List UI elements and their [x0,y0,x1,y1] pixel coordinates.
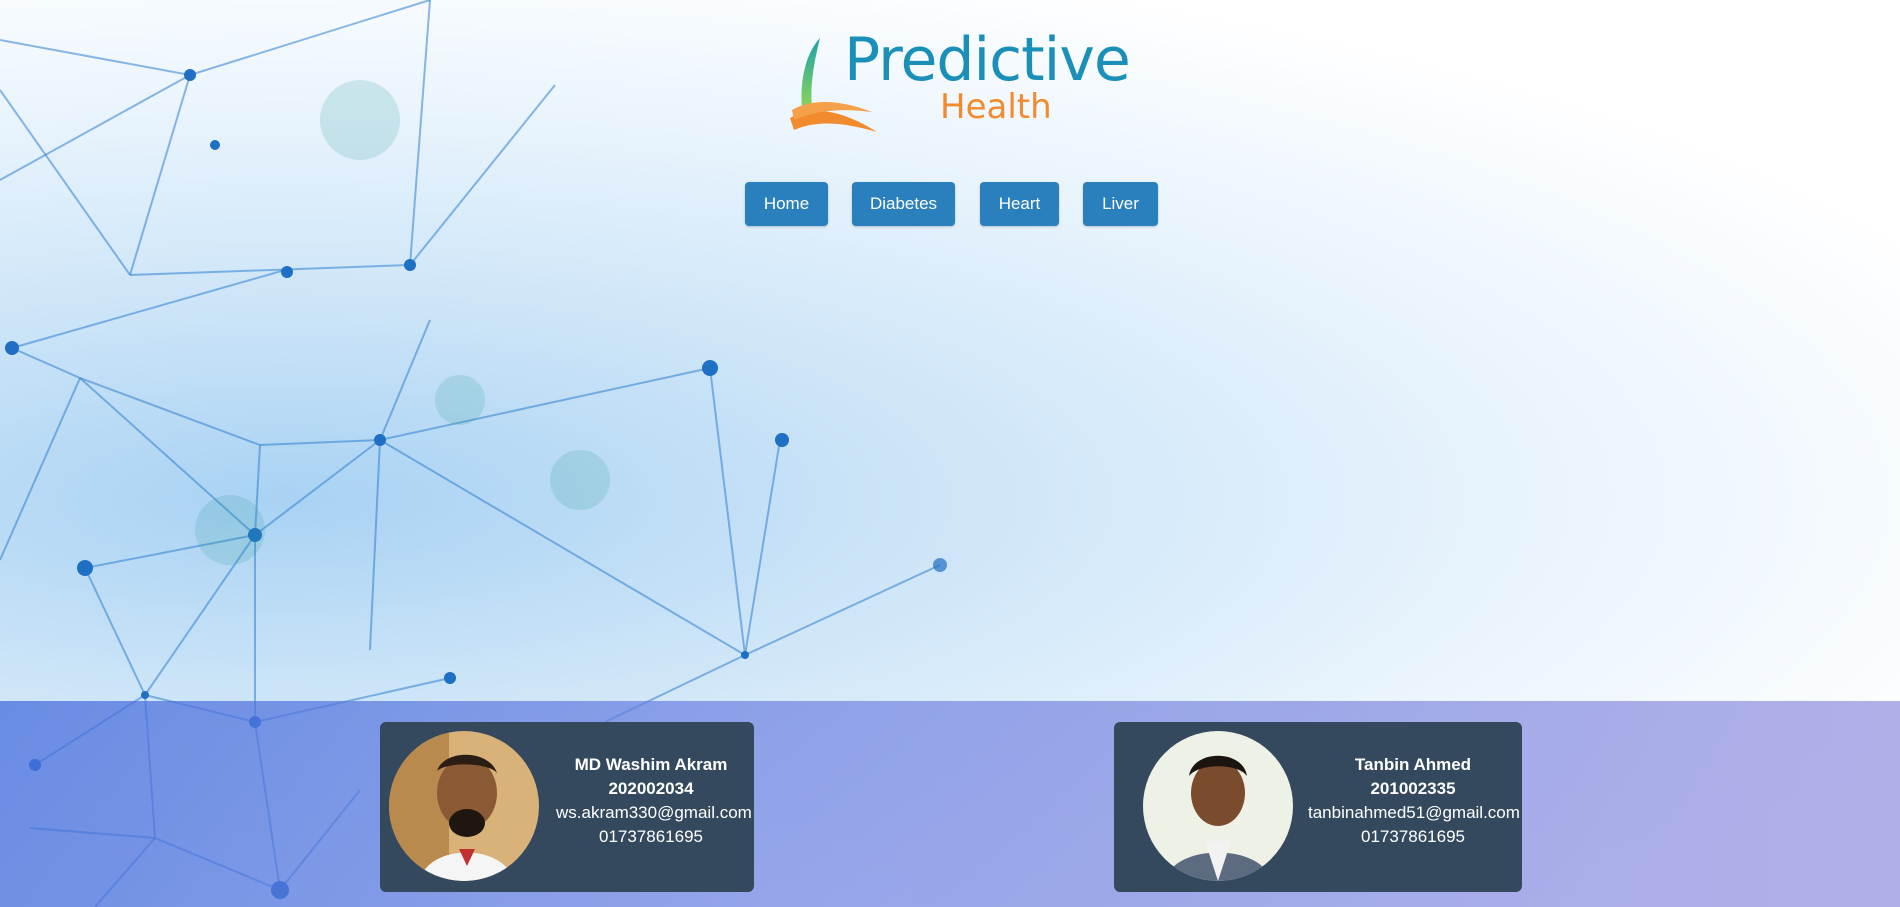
logo-title: Predictive [844,25,1131,95]
nav-home-button[interactable]: Home [745,182,828,226]
member-info: Tanbin Ahmed 201002335 tanbinahmed51@gma… [1308,753,1520,849]
member-info: MD Washim Akram 202002034 ws.akram330@gm… [556,753,752,849]
avatar [389,731,539,881]
nav-liver-button[interactable]: Liver [1083,182,1158,226]
member-name: MD Washim Akram [574,755,728,774]
team-member-card: Tanbin Ahmed 201002335 tanbinahmed51@gma… [1114,722,1522,892]
team-member-card: MD Washim Akram 202002034 ws.akram330@gm… [380,722,754,892]
member-id: 201002335 [1370,779,1456,798]
member-email[interactable]: tanbinahmed51@gmail.com [1308,801,1520,825]
member-id: 202002034 [608,779,694,798]
nav-diabetes-button[interactable]: Diabetes [852,182,955,226]
member-phone: 01737861695 [598,827,703,846]
member-name: Tanbin Ahmed [1354,755,1472,774]
member-email[interactable]: ws.akram330@gmail.com [556,801,752,825]
nav-heart-button[interactable]: Heart [980,182,1059,226]
avatar [1143,731,1293,881]
logo[interactable]: Predictive Health [782,25,1132,135]
member-phone: 01737861695 [1360,827,1465,846]
logo-subtitle: Health [940,87,1052,127]
team-footer: MD Washim Akram 202002034 ws.akram330@gm… [0,701,1900,907]
